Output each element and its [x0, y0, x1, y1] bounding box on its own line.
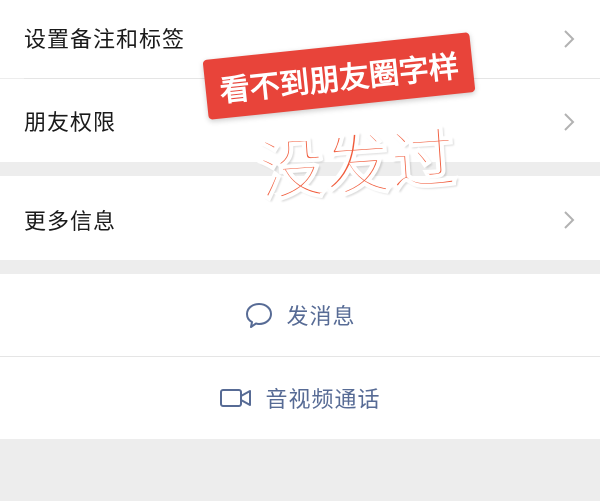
- video-call-button[interactable]: 音视频通话: [0, 357, 600, 439]
- row-label-friend-permissions: 朋友权限: [24, 111, 117, 136]
- video-call-label: 音视频通话: [265, 388, 381, 413]
- overlay-big-text: 没发过: [255, 119, 460, 212]
- row-label-more-info: 更多信息: [24, 210, 117, 235]
- chevron-right-icon: [564, 211, 575, 229]
- chevron-right-icon: [564, 30, 575, 48]
- row-label-remarks-tags: 设置备注和标签: [24, 28, 186, 53]
- chevron-right-icon: [564, 113, 575, 131]
- send-message-button[interactable]: 发消息: [0, 274, 600, 356]
- send-message-label: 发消息: [286, 305, 356, 330]
- chat-bubble-icon: [246, 303, 273, 328]
- video-camera-icon: [220, 389, 252, 407]
